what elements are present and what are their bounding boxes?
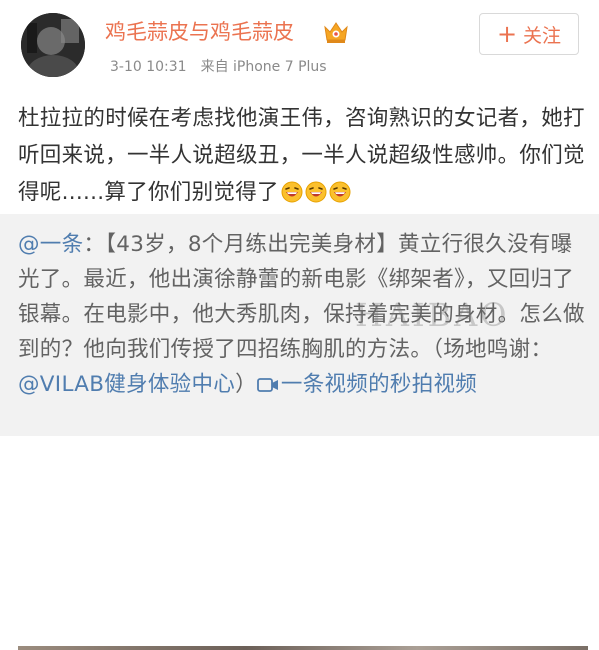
mention-link[interactable]: @VILAB健身体验中心 xyxy=(18,372,235,397)
video-link-label: 一条视频的秒拍视频 xyxy=(280,372,478,397)
post-meta: 3-10 10:31 来自 iPhone 7 Plus xyxy=(110,57,327,77)
video-link[interactable]: 一条视频的秒拍视频 xyxy=(257,372,477,397)
post-source: 来自 iPhone 7 Plus xyxy=(200,59,327,75)
username[interactable]: 鸡毛蒜皮与鸡毛蒜皮 xyxy=(105,18,294,46)
avatar[interactable] xyxy=(21,13,85,77)
watermark: HAIBAO xyxy=(355,296,510,334)
follow-label: 关注 xyxy=(523,24,562,47)
plus-icon: + xyxy=(496,20,518,48)
post-body: 杜拉拉的时候在考虑找他演王伟，咨询熟识的女记者，她打听回来说，一半人说超级丑，一… xyxy=(18,100,588,215)
crown-vip-icon[interactable] xyxy=(322,19,350,45)
laughing-emoji-icon xyxy=(305,181,327,203)
emoji-group xyxy=(279,178,351,215)
follow-button[interactable]: + 关注 xyxy=(479,13,579,55)
timestamp: 3-10 10:31 xyxy=(110,59,187,75)
video-camera-icon xyxy=(257,378,278,392)
laughing-emoji-icon xyxy=(329,181,351,203)
laughing-emoji-icon xyxy=(281,181,303,203)
repost-author-link[interactable]: @一条 xyxy=(18,232,83,257)
repost-image[interactable] xyxy=(18,646,588,650)
close-paren: ） xyxy=(235,372,257,397)
post-header: 鸡毛蒜皮与鸡毛蒜皮 3-10 10:31 来自 iPhone 7 Plus + 关… xyxy=(0,0,599,90)
